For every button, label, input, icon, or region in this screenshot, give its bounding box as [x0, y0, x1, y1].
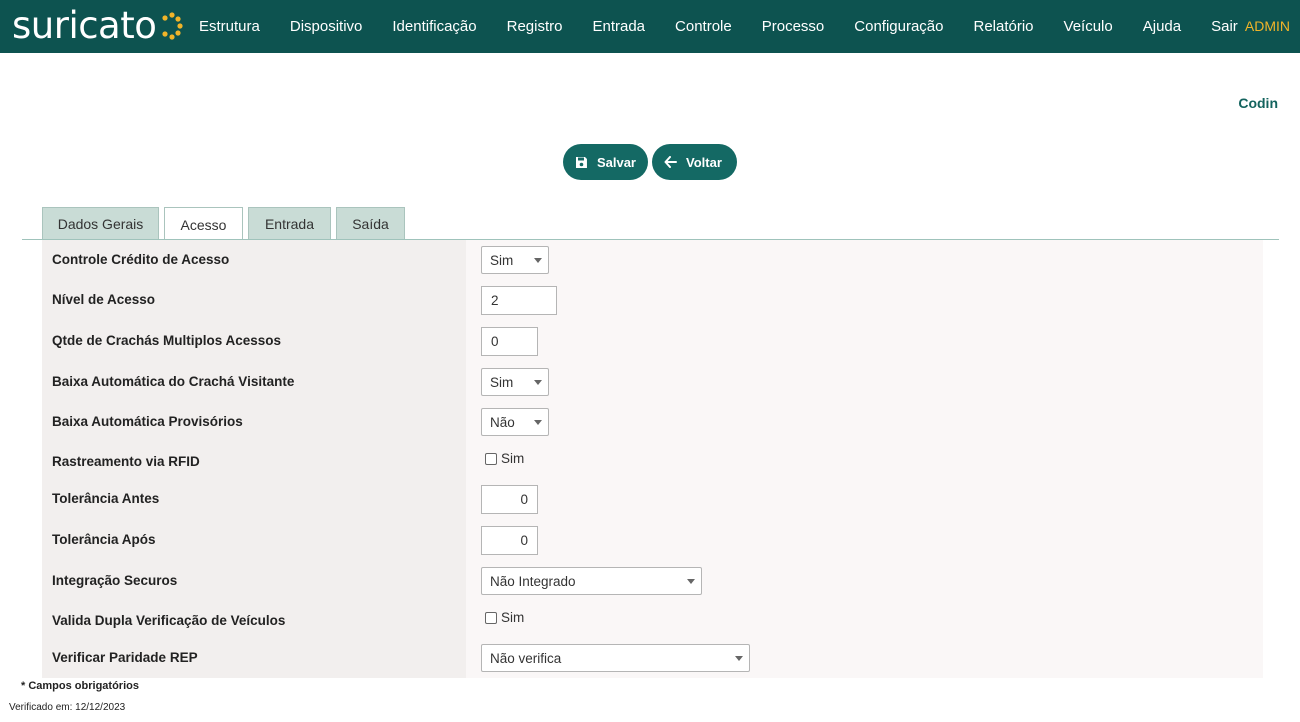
baixa-visitante-select[interactable]: Sim [481, 368, 549, 396]
dupla-verificacao-option: Sim [501, 610, 525, 625]
controle-credito-value: Sim [490, 252, 514, 268]
top-navbar: suricato Estrutura Dispositivo Identific… [0, 0, 1300, 53]
tab-entrada[interactable]: Entrada [248, 207, 331, 240]
save-button-label: Salvar [596, 154, 636, 170]
dupla-verificacao-checkbox[interactable]: Sim [485, 610, 524, 625]
qtde-crachas-label: Qtde de Crachás Multiplos Acessos [52, 333, 282, 348]
tolerancia-apos-input[interactable]: 0 [481, 526, 538, 555]
chevron-down-icon [534, 420, 542, 425]
baixa-provisorios-select[interactable]: Não [481, 408, 549, 436]
baixa-visitante-label: Baixa Automática do Crachá Visitante [52, 374, 295, 389]
menu-veiculo[interactable]: Veículo [1049, 18, 1128, 35]
verified-date: Verificado em: 12/12/2023 [9, 702, 126, 713]
tolerancia-apos-label: Tolerância Após [52, 532, 156, 547]
checkbox-box[interactable] [485, 452, 497, 465]
logo-text: suricato [12, 4, 157, 47]
menu-estrutura[interactable]: Estrutura [184, 18, 275, 35]
integracao-securos-select[interactable]: Não Integrado [481, 567, 702, 595]
tolerancia-apos-value: 0 [520, 533, 528, 548]
qtde-crachas-value: 0 [491, 334, 499, 349]
chevron-down-icon [534, 258, 542, 263]
chevron-down-icon [687, 579, 695, 584]
nivel-acesso-label: Nível de Acesso [52, 292, 156, 307]
required-fields-note: * Campos obrigatórios [21, 680, 139, 692]
logo-dots-icon [162, 12, 183, 40]
menu-identificacao[interactable]: Identificação [377, 18, 491, 35]
tolerancia-antes-label: Tolerância Antes [52, 491, 160, 506]
tab-dados-gerais[interactable]: Dados Gerais [42, 207, 159, 240]
rastreamento-rfid-checkbox[interactable]: Sim [485, 451, 524, 466]
dupla-verificacao-label: Valida Dupla Verificação de Veículos [52, 613, 286, 628]
menu-entrada[interactable]: Entrada [577, 18, 660, 35]
menu-registro[interactable]: Registro [492, 18, 578, 35]
arrow-left-icon [664, 156, 677, 168]
main-menu: Estrutura Dispositivo Identificação Regi… [184, 0, 1253, 53]
rastreamento-rfid-option: Sim [501, 451, 525, 466]
tab-acesso[interactable]: Acesso [164, 207, 243, 241]
checkbox-box[interactable] [485, 611, 497, 624]
user-name[interactable]: ADMIN [1245, 18, 1290, 34]
tolerancia-antes-input[interactable]: 0 [481, 485, 538, 514]
menu-controle[interactable]: Controle [660, 18, 747, 35]
tab-bar: Dados Gerais Acesso Entrada Saída [42, 207, 410, 241]
qtde-crachas-input[interactable]: 0 [481, 327, 538, 356]
menu-relatorio[interactable]: Relatório [959, 18, 1049, 35]
nivel-acesso-input[interactable]: 2 [481, 286, 557, 315]
integracao-securos-value: Não Integrado [490, 573, 576, 589]
tab-saida[interactable]: Saída [336, 207, 405, 240]
back-button-label: Voltar [686, 154, 722, 170]
paridade-rep-value: Não verifica [490, 650, 562, 666]
controle-credito-select[interactable]: Sim [481, 246, 549, 274]
tolerancia-antes-value: 0 [520, 492, 528, 507]
paridade-rep-label: Verificar Paridade REP [52, 650, 198, 665]
menu-ajuda[interactable]: Ajuda [1128, 18, 1196, 35]
menu-processo[interactable]: Processo [747, 18, 840, 35]
paridade-rep-select[interactable]: Não verifica [481, 644, 750, 672]
save-button[interactable]: Salvar [563, 144, 648, 180]
nivel-acesso-value: 2 [491, 293, 499, 308]
chevron-down-icon [735, 656, 743, 661]
floppy-disk-icon [575, 156, 587, 168]
back-button[interactable]: Voltar [652, 144, 737, 180]
suricato-logo[interactable]: suricato [12, 6, 183, 46]
integracao-securos-label: Integração Securos [52, 573, 178, 588]
baixa-visitante-value: Sim [490, 374, 514, 390]
rastreamento-rfid-label: Rastreamento via RFID [52, 454, 200, 469]
menu-dispositivo[interactable]: Dispositivo [275, 18, 378, 35]
page-title: Codin [1238, 95, 1278, 111]
baixa-provisorios-label: Baixa Automática Provisórios [52, 414, 243, 429]
chevron-down-icon [534, 380, 542, 385]
acesso-form: Controle Crédito de Acesso Sim Nível de … [42, 240, 1263, 678]
baixa-provisorios-value: Não [490, 414, 515, 430]
menu-configuracao[interactable]: Configuração [839, 18, 958, 35]
controle-credito-label: Controle Crédito de Acesso [52, 252, 230, 267]
